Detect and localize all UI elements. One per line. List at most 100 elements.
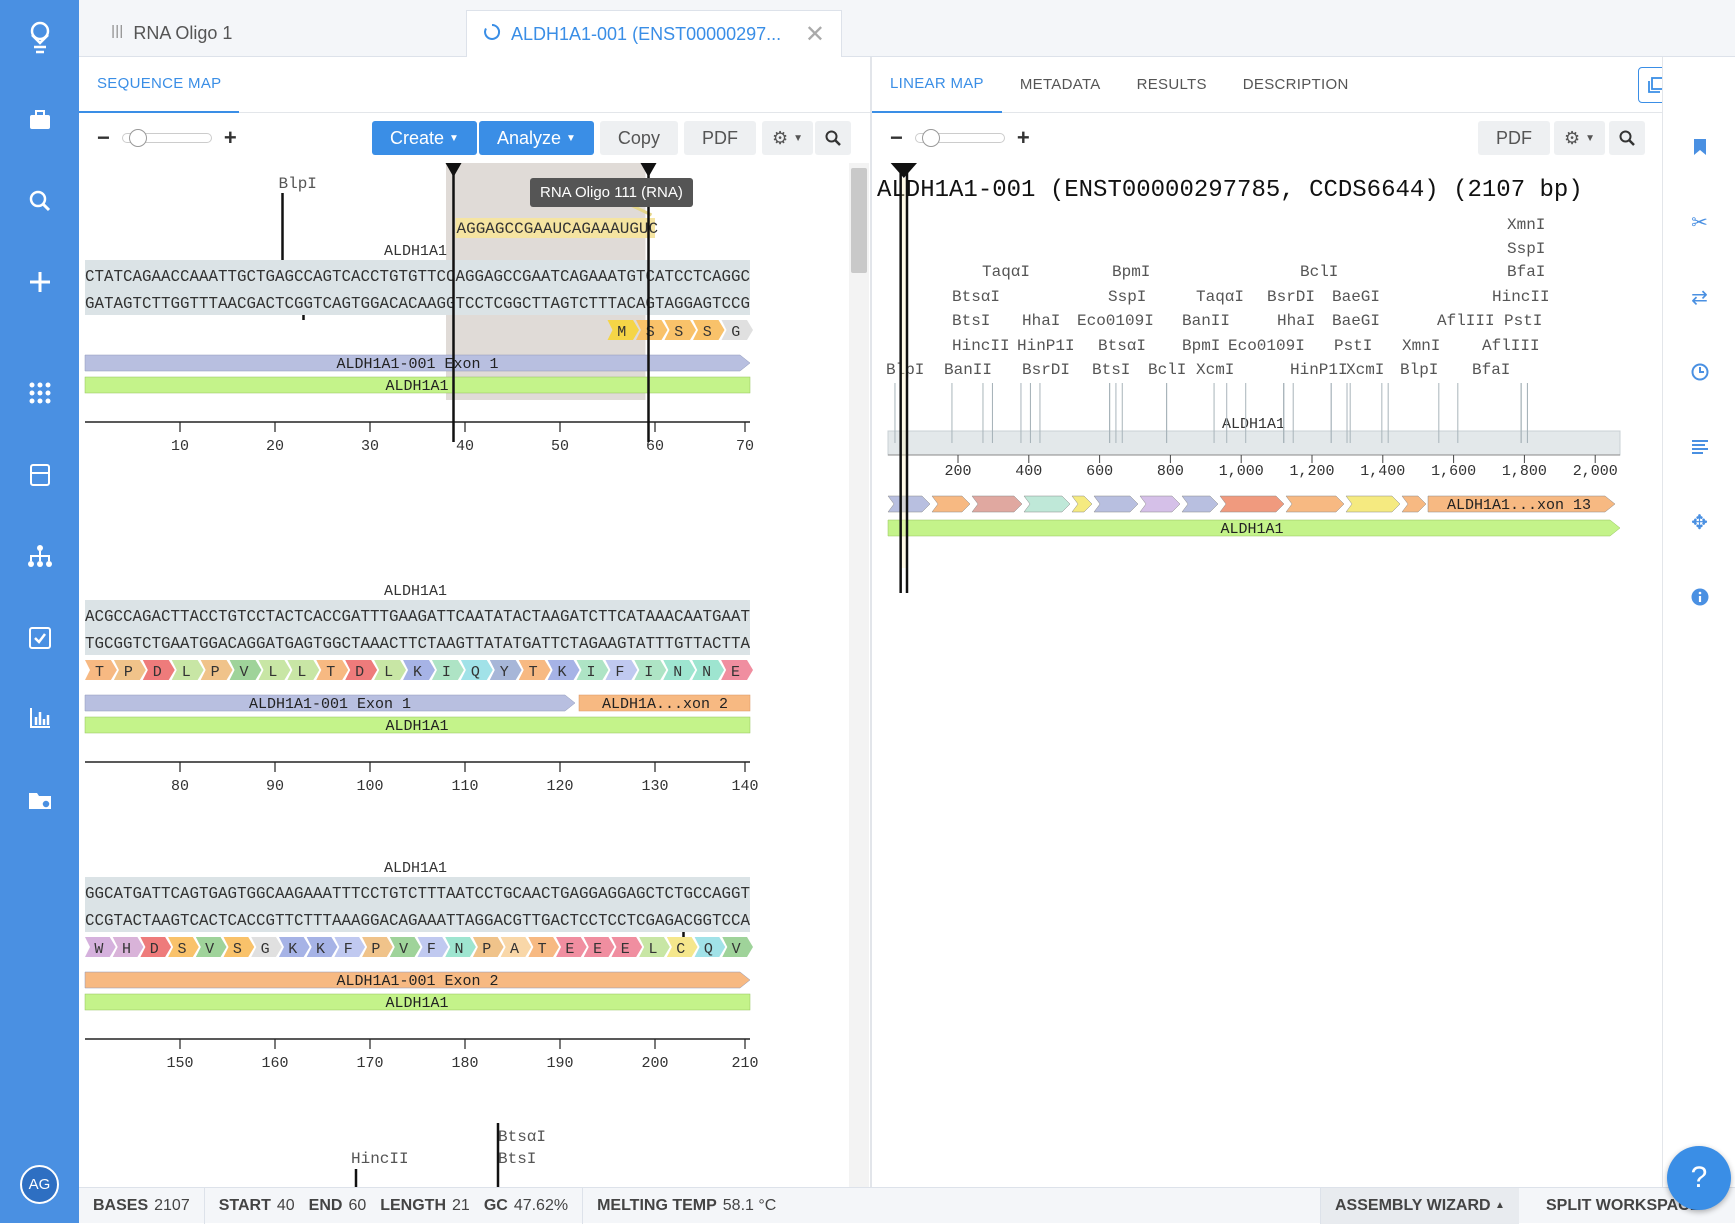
amino-acid-label: F xyxy=(344,941,353,958)
close-icon[interactable]: ✕ xyxy=(805,20,825,49)
analyze-button[interactable]: Analyze ▼ xyxy=(478,121,594,155)
left-nav: AG xyxy=(0,0,79,1223)
oligo-sequence: AGGAGCCGAAUCAGAAAUGUC xyxy=(457,220,659,238)
ruler-tick-label: 120 xyxy=(546,778,573,795)
task-checklist-icon[interactable] xyxy=(0,617,79,657)
assembly-wizard-button[interactable]: ASSEMBLY WIZARD ▲ xyxy=(1320,1187,1519,1224)
map-enzyme-label: BsrDI xyxy=(1022,361,1070,379)
map-enzyme-label: XcmI xyxy=(1346,361,1384,379)
sequence-map-canvas[interactable]: AGGAGCCGAAUCAGAAAUGUC BlpI ALDH1A1 CTATCAGA… xyxy=(79,163,849,1187)
exon-label: ALDH1A1-001 Exon 1 xyxy=(249,696,411,713)
tab-linear-map[interactable]: LINEAR MAP xyxy=(872,57,1002,113)
zoom-control: − + xyxy=(97,125,237,151)
amino-acid-label: T xyxy=(326,664,335,681)
map-exon-feature xyxy=(1219,495,1285,513)
map-zoom-slider[interactable] xyxy=(914,129,1005,147)
map-enzyme-label: BfaI xyxy=(1507,263,1545,281)
zoom-out-icon[interactable]: − xyxy=(890,125,903,151)
tab-metadata[interactable]: METADATA xyxy=(1002,57,1119,113)
amino-acid-label: N xyxy=(455,941,464,958)
scrollbar-thumb[interactable] xyxy=(851,168,867,273)
caret-down-icon: ▼ xyxy=(1585,132,1596,144)
amino-acid-label: D xyxy=(355,664,364,681)
search-icon[interactable] xyxy=(0,181,79,221)
amino-acid-label: E xyxy=(565,941,574,958)
linear-map[interactable]: ALDH1A1-001 (ENST00000297785, CCDS6644) … xyxy=(872,163,1662,1178)
sequence-map[interactable]: AGGAGCCGAAUCAGAAAUGUC BlpI ALDH1A1 CTATCAGA… xyxy=(79,163,849,1187)
help-button[interactable]: ? xyxy=(1667,1146,1731,1210)
map-enzyme-label: BtsαI xyxy=(952,288,1000,306)
tab-rna-oligo[interactable]: ꟾꟾꟾ RNA Oligo 1 xyxy=(95,10,248,57)
oligo-tooltip: RNA Oligo 111 (RNA) xyxy=(530,178,693,207)
move-arrows-icon[interactable]: ✥ xyxy=(1663,507,1735,537)
history-clock-icon[interactable] xyxy=(1663,357,1735,387)
logo-icon[interactable] xyxy=(0,18,79,58)
map-enzyme-label: PstI xyxy=(1334,337,1372,355)
create-button[interactable]: Create ▼ xyxy=(372,121,477,155)
zoom-in-icon[interactable]: + xyxy=(224,125,237,151)
briefcase-icon[interactable] xyxy=(0,100,79,140)
amino-acid-label: V xyxy=(732,941,741,958)
amino-acid-label: I xyxy=(586,664,595,681)
ruler-tick-label: 170 xyxy=(356,1055,383,1072)
find-button[interactable] xyxy=(815,121,852,155)
copy-button[interactable]: Copy xyxy=(599,121,678,155)
map-enzyme-label: Eco0109I xyxy=(1077,312,1154,330)
zoom-slider[interactable] xyxy=(121,129,212,147)
inventory-icon[interactable] xyxy=(0,455,79,495)
map-tick-label: 600 xyxy=(1086,463,1113,480)
ruler-tick-label: 150 xyxy=(166,1055,193,1072)
map-enzyme-label: HhaI xyxy=(1022,312,1060,330)
amino-acid-label: P xyxy=(211,664,220,681)
swap-arrows-icon[interactable]: ⇄ xyxy=(1663,282,1735,312)
amino-acid-label: M xyxy=(617,324,626,341)
amino-acid-label: G xyxy=(731,324,740,341)
hierarchy-icon[interactable] xyxy=(0,536,79,576)
linear-map-canvas[interactable]: ALDH1A1-001 (ENST00000297785, CCDS6644) … xyxy=(872,163,1662,1178)
bookmark-icon[interactable] xyxy=(1663,132,1735,162)
tab-aldh1a1[interactable]: ALDH1A1-001 (ENST00000297... ✕ xyxy=(466,10,842,57)
ruler-tick-label: 70 xyxy=(736,438,754,455)
enzyme-label: BtsI xyxy=(498,1150,536,1168)
user-avatar[interactable]: AG xyxy=(20,1165,59,1204)
map-enzyme-label: HincII xyxy=(1492,288,1550,306)
map-settings-button[interactable]: ⚙ ▼ xyxy=(1554,121,1606,155)
exon-label: ALDH1A1-001 Exon 2 xyxy=(336,973,498,990)
amino-acid-label: V xyxy=(399,941,408,958)
amino-acid-label: P xyxy=(371,941,380,958)
amino-acid-label: V xyxy=(240,664,249,681)
tab-description[interactable]: DESCRIPTION xyxy=(1225,57,1367,113)
amino-acid-label: S xyxy=(703,324,712,341)
amino-acid-label: G xyxy=(261,941,270,958)
map-pdf-button[interactable]: PDF xyxy=(1478,121,1550,155)
settings-button[interactable]: ⚙ ▼ xyxy=(761,121,814,155)
amino-acid-label: Q xyxy=(471,664,480,681)
ruler-tick-label: 160 xyxy=(261,1055,288,1072)
ruler-tick-label: 80 xyxy=(171,778,189,795)
map-find-button[interactable] xyxy=(1609,121,1646,155)
sequence-scrollbar[interactable] xyxy=(849,163,869,1187)
loading-icon xyxy=(483,23,501,46)
map-enzyme-label: BpmI xyxy=(1112,263,1150,281)
plus-icon[interactable] xyxy=(0,262,79,302)
bar-chart-icon[interactable] xyxy=(0,698,79,738)
folder-settings-icon[interactable] xyxy=(0,780,79,820)
tab-results[interactable]: RESULTS xyxy=(1119,57,1225,113)
ruler-tick-label: 110 xyxy=(451,778,478,795)
ruler-tick-label: 30 xyxy=(361,438,379,455)
amino-acid-label: I xyxy=(442,664,451,681)
tab-sequence-map[interactable]: SEQUENCE MAP xyxy=(79,57,240,113)
scissors-icon[interactable]: ✂ xyxy=(1663,207,1735,237)
pdf-button[interactable]: PDF xyxy=(683,121,756,155)
amino-acid-label: L xyxy=(297,664,306,681)
zoom-in-icon[interactable]: + xyxy=(1017,125,1030,151)
zoom-out-icon[interactable]: − xyxy=(97,125,110,151)
info-icon[interactable] xyxy=(1663,582,1735,612)
ruler-tick-label: 90 xyxy=(266,778,284,795)
map-zoom-control: − + xyxy=(890,125,1030,151)
feature-label: ALDH1A1 xyxy=(384,860,447,877)
text-lines-icon[interactable] xyxy=(1663,432,1735,462)
map-tick-label: 1,000 xyxy=(1219,463,1264,480)
amino-acid-label: N xyxy=(673,664,682,681)
apps-grid-icon[interactable] xyxy=(0,373,79,413)
